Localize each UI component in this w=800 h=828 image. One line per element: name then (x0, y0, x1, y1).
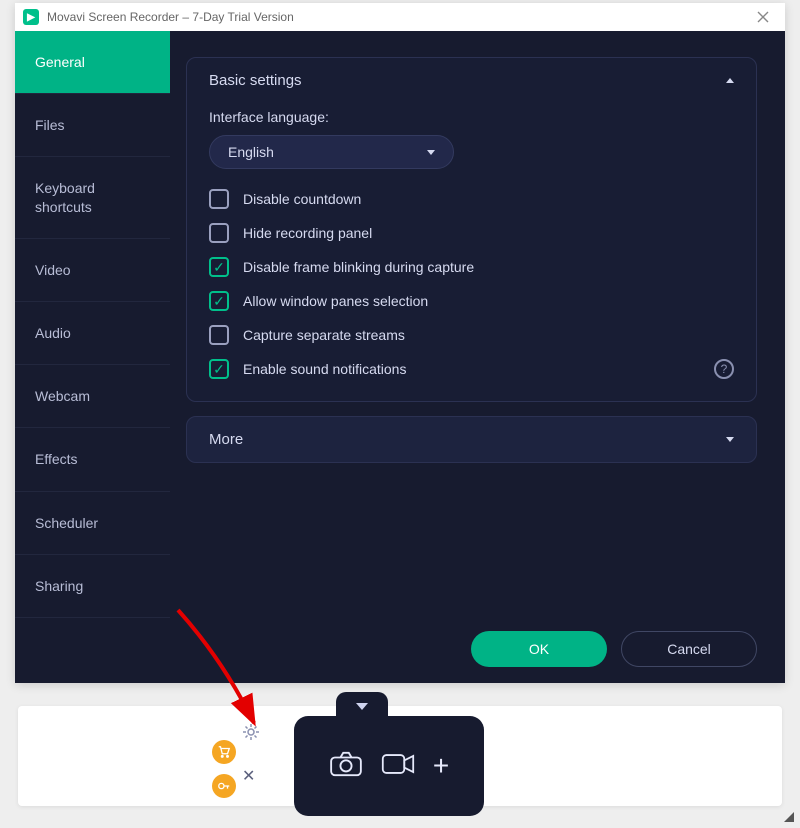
sidebar-item-label: General (35, 54, 85, 70)
basic-checks: Disable countdown Hide recording panel ✓… (209, 189, 734, 379)
checkbox[interactable]: ✓ (209, 291, 229, 311)
check-hide-recording-panel: Hide recording panel (209, 223, 734, 243)
check-label: Disable frame blinking during capture (243, 259, 474, 275)
sidebar-item-files[interactable]: Files (15, 94, 170, 157)
checkbox[interactable] (209, 325, 229, 345)
more-header[interactable]: More (187, 417, 756, 462)
titlebar: ▶ Movavi Screen Recorder – 7-Day Trial V… (15, 3, 785, 31)
basic-settings-header[interactable]: Basic settings (187, 58, 756, 103)
sidebar-item-label: Effects (35, 451, 78, 467)
checkbox[interactable] (209, 223, 229, 243)
side-controls: ✕ (242, 723, 260, 786)
sidebar-item-video[interactable]: Video (15, 239, 170, 302)
chevron-down-icon (427, 150, 435, 155)
resize-grip-icon[interactable] (784, 812, 794, 822)
app-icon: ▶ (23, 9, 39, 25)
side-badges (212, 740, 236, 798)
check-icon: ✓ (213, 362, 225, 376)
check-label: Disable countdown (243, 191, 361, 207)
language-value: English (228, 144, 274, 160)
language-select[interactable]: English (209, 135, 454, 169)
checkbox[interactable]: ✓ (209, 257, 229, 277)
sidebar-item-label: Audio (35, 325, 71, 341)
check-allow-window-panes: ✓ Allow window panes selection (209, 291, 734, 311)
sidebar-item-keyboard-shortcuts[interactable]: Keyboard shortcuts (15, 157, 170, 238)
check-icon: ✓ (213, 260, 225, 274)
sidebar-item-label: Webcam (35, 388, 90, 404)
basic-settings-panel: Basic settings Interface language: Engli… (186, 57, 757, 402)
settings-main: Basic settings Interface language: Engli… (170, 31, 785, 683)
checkbox[interactable]: ✓ (209, 359, 229, 379)
check-label: Enable sound notifications (243, 361, 406, 377)
sidebar-item-effects[interactable]: Effects (15, 428, 170, 491)
sidebar-item-label: Sharing (35, 578, 83, 594)
check-disable-frame-blinking: ✓ Disable frame blinking during capture (209, 257, 734, 277)
panel-title: More (209, 431, 243, 448)
close-mini-icon[interactable]: ✕ (242, 766, 260, 786)
cart-icon[interactable] (212, 740, 236, 764)
ok-button[interactable]: OK (471, 631, 607, 667)
screenshot-icon[interactable] (329, 751, 363, 782)
sidebar-item-scheduler[interactable]: Scheduler (15, 492, 170, 555)
sidebar-item-label: Scheduler (35, 515, 98, 531)
chevron-down-icon (726, 437, 734, 442)
sidebar-item-webcam[interactable]: Webcam (15, 365, 170, 428)
panel-title: Basic settings (209, 72, 302, 89)
sidebar-item-sharing[interactable]: Sharing (15, 555, 170, 618)
check-icon: ✓ (213, 294, 225, 308)
preferences-window: ▶ Movavi Screen Recorder – 7-Day Trial V… (15, 3, 785, 683)
launcher-panel: + (294, 716, 484, 816)
close-icon[interactable] (749, 3, 777, 31)
sidebar-item-audio[interactable]: Audio (15, 302, 170, 365)
checkbox[interactable] (209, 189, 229, 209)
more-panel: More (186, 416, 757, 463)
check-label: Allow window panes selection (243, 293, 428, 309)
chevron-down-icon (356, 703, 368, 710)
add-icon[interactable]: + (433, 752, 449, 780)
help-icon[interactable]: ? (714, 359, 734, 379)
cancel-button[interactable]: Cancel (621, 631, 757, 667)
check-enable-sound-notifications: ✓ Enable sound notifications ? (209, 359, 734, 379)
check-label: Capture separate streams (243, 327, 405, 343)
window-title: Movavi Screen Recorder – 7-Day Trial Ver… (47, 10, 749, 24)
sidebar-item-label: Video (35, 262, 71, 278)
sidebar: General Files Keyboard shortcuts Video A… (15, 31, 170, 683)
check-capture-separate-streams: Capture separate streams (209, 325, 734, 345)
sidebar-item-label: Keyboard shortcuts (35, 180, 95, 214)
chevron-up-icon (726, 78, 734, 83)
sidebar-item-label: Files (35, 117, 65, 133)
record-video-icon[interactable] (381, 751, 415, 782)
check-disable-countdown: Disable countdown (209, 189, 734, 209)
key-icon[interactable] (212, 774, 236, 798)
gear-icon[interactable] (242, 723, 260, 746)
check-label: Hide recording panel (243, 225, 372, 241)
dialog-footer: OK Cancel (471, 631, 757, 667)
language-label: Interface language: (209, 109, 734, 125)
sidebar-item-general[interactable]: General (15, 31, 170, 94)
